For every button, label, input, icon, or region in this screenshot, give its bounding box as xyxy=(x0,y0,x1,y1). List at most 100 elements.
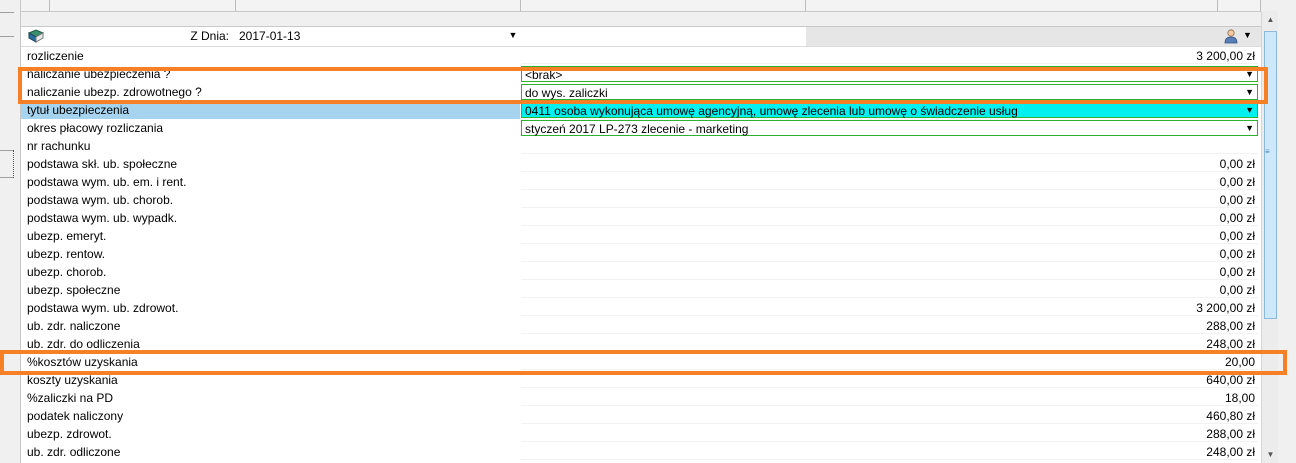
table-row[interactable]: rozliczenie 3 200,00 zł xyxy=(21,47,1261,65)
table-row[interactable]: ubezp. rentow. 0,00 zł xyxy=(21,245,1261,263)
dropdown-arrow-icon[interactable]: ▼ xyxy=(508,30,518,42)
column-header-strip xyxy=(21,0,1261,27)
row-label: ub. zdr. odliczone xyxy=(27,445,121,459)
value-combobox[interactable]: 0411 osoba wykonująca umowę agencyjną, u… xyxy=(521,102,1258,118)
row-value: 0,00 zł xyxy=(1219,283,1255,297)
value-field[interactable]: 0,00 zł xyxy=(521,174,1258,190)
row-value: 0,00 zł xyxy=(1219,265,1255,279)
row-value: 640,00 zł xyxy=(1206,373,1255,387)
row-value: 0,00 zł xyxy=(1219,211,1255,225)
row-label: podstawa wym. ub. zdrowot. xyxy=(27,301,179,315)
row-label: podstawa wym. ub. chorob. xyxy=(27,193,174,207)
row-value: 248,00 zł xyxy=(1206,445,1255,459)
value-field[interactable]: 3 200,00 zł xyxy=(521,300,1258,316)
row-label: ub. zdr. naliczone xyxy=(27,319,121,333)
value-field[interactable]: 460,80 zł xyxy=(521,408,1258,424)
row-label: podstawa skł. ub. społeczne xyxy=(27,157,178,171)
table-row[interactable]: podstawa wym. ub. wypadk. 0,00 zł xyxy=(21,209,1261,227)
table-row[interactable]: podstawa skł. ub. społeczne 0,00 zł xyxy=(21,155,1261,173)
table-row[interactable]: podstawa wym. ub. em. i rent. 0,00 zł xyxy=(21,173,1261,191)
row-label: ubezp. społeczne xyxy=(27,283,121,297)
column-header[interactable] xyxy=(21,0,50,12)
value-field[interactable]: 288,00 zł xyxy=(521,318,1258,334)
table-row[interactable]: ubezp. chorob. 0,00 zł xyxy=(21,263,1261,281)
row-value: 460,80 zł xyxy=(1206,409,1255,423)
table-row[interactable]: ubezp. zdrowot. 288,00 zł xyxy=(21,425,1261,443)
scroll-up-icon[interactable]: ▲ xyxy=(1262,11,1279,28)
value-field[interactable] xyxy=(521,138,1258,154)
gutter-tick xyxy=(0,177,14,178)
row-label: ubezp. chorob. xyxy=(27,265,107,279)
table-row[interactable]: okres płacowy rozliczania styczeń 2017 LP… xyxy=(21,119,1261,137)
row-value: 0,00 zł xyxy=(1219,175,1255,189)
row-value: 0411 osoba wykonująca umowę agencyjną, u… xyxy=(525,104,1018,118)
row-label: ubezp. zdrowot. xyxy=(27,427,112,441)
value-field[interactable]: 288,00 zł xyxy=(521,426,1258,442)
table-row[interactable]: podstawa wym. ub. chorob. 0,00 zł xyxy=(21,191,1261,209)
book-icon[interactable] xyxy=(27,28,45,44)
row-label: ubezp. rentow. xyxy=(27,247,106,261)
value-field[interactable]: 0,00 zł xyxy=(521,264,1258,280)
row-value: 248,00 zł xyxy=(1206,337,1255,351)
column-header[interactable] xyxy=(521,0,806,12)
user-icon[interactable] xyxy=(1223,28,1239,44)
value-field[interactable]: 0,00 zł xyxy=(521,192,1258,208)
dropdown-arrow-icon[interactable]: ▼ xyxy=(1245,123,1254,133)
filter-toolbar: Z Dnia: 2017-01-13 ▼ ▼ xyxy=(21,27,1261,47)
row-label: podstawa wym. ub. wypadk. xyxy=(27,211,178,225)
row-value: 3 200,00 zł xyxy=(1196,301,1255,315)
row-label: koszty uzyskania xyxy=(27,373,118,387)
row-label: ubezp. emeryt. xyxy=(27,229,107,243)
value-combobox[interactable]: styczeń 2017 LP-273 zlecenie - marketing… xyxy=(521,120,1258,136)
row-label: okres płacowy rozliczania xyxy=(27,121,164,135)
row-label: %zaliczki na PD xyxy=(27,391,114,405)
row-value: 18,00 xyxy=(1224,391,1255,405)
row-value: 0,00 zł xyxy=(1219,229,1255,243)
column-header[interactable] xyxy=(236,0,521,12)
column-header[interactable] xyxy=(1218,0,1261,12)
gutter-tick xyxy=(0,12,14,13)
value-field[interactable]: 248,00 zł xyxy=(521,444,1258,460)
dropdown-arrow-icon[interactable]: ▼ xyxy=(1245,105,1254,115)
date-value[interactable]: 2017-01-13 xyxy=(239,29,300,43)
row-label: tytuł ubezpieczenia xyxy=(27,103,130,117)
table-row[interactable]: ub. zdr. naliczone 288,00 zł xyxy=(21,317,1261,335)
right-pane-edge xyxy=(1278,0,1296,463)
row-label: ub. zdr. do odliczenia xyxy=(27,337,140,351)
row-label: nr rachunku xyxy=(27,139,91,153)
date-label: Z Dnia: xyxy=(190,29,229,43)
value-field[interactable]: 18,00 xyxy=(521,390,1258,406)
gutter-dotted-line xyxy=(13,150,14,178)
annotation-box-cost-percent xyxy=(0,350,1287,375)
table-row[interactable]: podstawa wym. ub. zdrowot. 3 200,00 zł xyxy=(21,299,1261,317)
scroll-grip-icon: ≡ xyxy=(1265,147,1270,156)
gutter-tick xyxy=(0,150,14,151)
table-row[interactable]: ubezp. społeczne 0,00 zł xyxy=(21,281,1261,299)
table-row[interactable]: ub. zdr. odliczone 248,00 zł xyxy=(21,443,1261,461)
property-rows: rozliczenie 3 200,00 zł naliczanie ubezpie… xyxy=(21,47,1261,461)
value-field[interactable]: 0,00 zł xyxy=(521,228,1258,244)
value-field[interactable]: 0,00 zł xyxy=(521,246,1258,262)
row-value: styczeń 2017 LP-273 zlecenie - marketing xyxy=(525,122,749,136)
table-row[interactable]: %zaliczki na PD 18,00 xyxy=(21,389,1261,407)
user-dropdown-arrow-icon[interactable]: ▼ xyxy=(1243,30,1252,40)
column-header[interactable] xyxy=(806,0,1218,12)
row-value: 0,00 zł xyxy=(1219,193,1255,207)
toolbar-grey-area xyxy=(806,27,1261,46)
column-header[interactable] xyxy=(50,0,236,12)
value-field[interactable]: 3 200,00 zł xyxy=(521,48,1258,64)
value-field[interactable]: 0,00 zł xyxy=(521,282,1258,298)
table-row[interactable]: ubezp. emeryt. 0,00 zł xyxy=(21,227,1261,245)
table-row[interactable]: nr rachunku xyxy=(21,137,1261,155)
scroll-down-icon[interactable]: ▼ xyxy=(1262,446,1279,463)
row-value: 0,00 zł xyxy=(1219,247,1255,261)
row-value: 3 200,00 zł xyxy=(1196,49,1255,63)
row-label: rozliczenie xyxy=(27,49,84,63)
table-row[interactable]: podatek naliczony 460,80 zł xyxy=(21,407,1261,425)
row-value: 0,00 zł xyxy=(1219,157,1255,171)
row-label: podstawa wym. ub. em. i rent. xyxy=(27,175,187,189)
value-field[interactable]: 0,00 zł xyxy=(521,210,1258,226)
value-field[interactable]: 0,00 zł xyxy=(521,156,1258,172)
gutter-tick xyxy=(0,36,14,37)
row-value: 288,00 zł xyxy=(1206,427,1255,441)
